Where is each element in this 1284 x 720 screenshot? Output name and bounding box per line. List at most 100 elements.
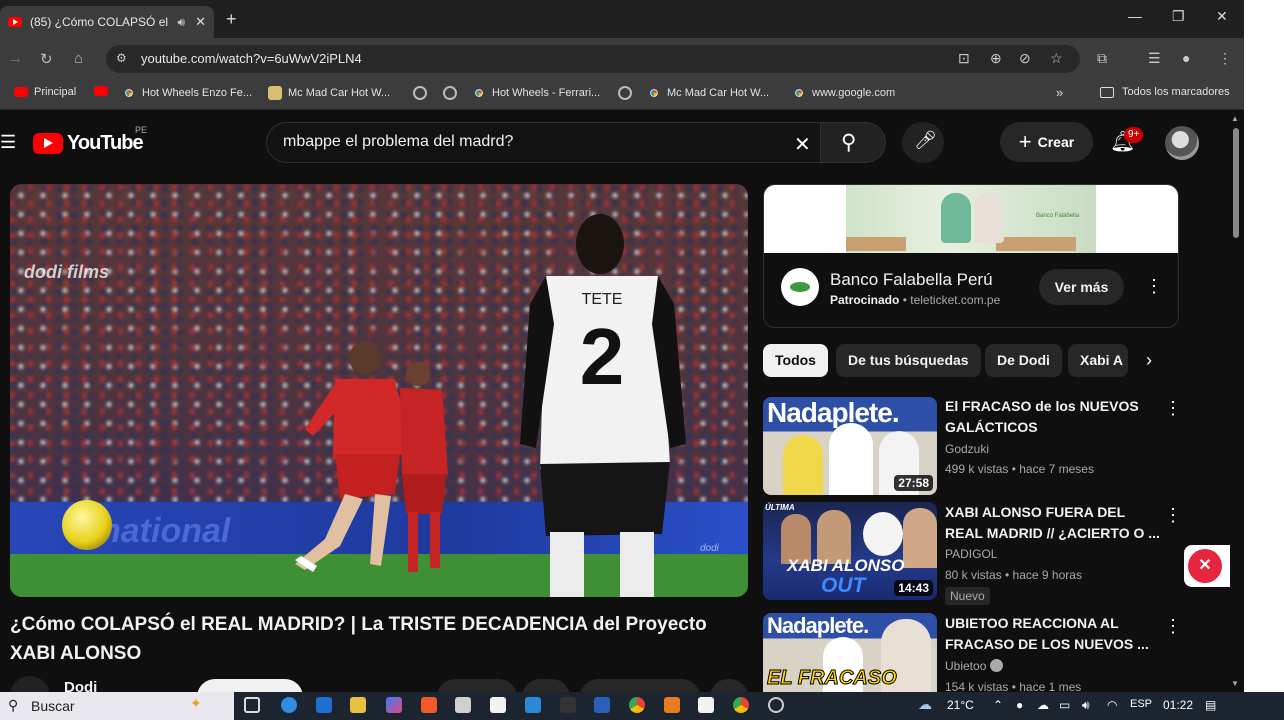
rec-channel[interactable]: Godzuki <box>945 442 989 456</box>
rec-more-icon[interactable]: ⋮ <box>1164 505 1182 526</box>
bookmark-item[interactable] <box>413 86 433 100</box>
install-app-icon[interactable]: ⊡ <box>958 50 970 67</box>
mail-icon[interactable] <box>316 697 332 713</box>
bookmark-star-icon[interactable]: ☆ <box>1050 50 1063 67</box>
chip-all[interactable]: Todos <box>763 344 828 377</box>
microphone-icon[interactable]: 🎤︎ <box>914 130 937 151</box>
notepad-icon[interactable] <box>490 697 506 713</box>
edge-icon[interactable] <box>281 697 297 713</box>
microphone-tray-icon[interactable]: ● <box>1016 698 1023 712</box>
bookmark-item[interactable] <box>618 86 638 100</box>
url-text[interactable]: youtube.com/watch?v=6uWwV2iPLN4 <box>141 51 362 66</box>
zoom-icon[interactable]: ⊕ <box>990 50 1002 67</box>
reading-list-icon[interactable]: ☰ <box>1148 50 1161 67</box>
rec-title[interactable]: UBIETOO REACCIONA AL FRACASO DE LOS NUEV… <box>945 613 1160 655</box>
volume-icon[interactable]: 🔊︎ <box>1082 698 1090 713</box>
weather-cloud-icon[interactable]: ☁ <box>918 696 932 713</box>
ad-more-icon[interactable]: ⋮ <box>1145 276 1163 297</box>
create-button[interactable]: + Crear <box>1000 122 1093 162</box>
minimize-window-icon[interactable]: — <box>1128 8 1142 24</box>
rec-more-icon[interactable]: ⋮ <box>1164 398 1182 419</box>
search-icon[interactable]: ⚲ <box>841 130 856 155</box>
bookmark-item[interactable] <box>443 86 463 100</box>
video-player[interactable]: national TETE 2 <box>10 184 748 597</box>
rec-more-icon[interactable]: ⋮ <box>1164 616 1182 637</box>
copilot-icon[interactable] <box>386 697 402 713</box>
sublime-icon[interactable] <box>664 697 680 713</box>
all-bookmarks[interactable]: Todos los marcadores <box>1100 86 1230 98</box>
advertiser-logo[interactable] <box>781 268 819 306</box>
google-icon <box>647 86 661 100</box>
rec-title[interactable]: XABI ALONSO FUERA DEL REAL MADRID // ¿AC… <box>945 502 1160 544</box>
advertiser-name[interactable]: Banco Falabella Perú <box>830 270 993 290</box>
rec-title[interactable]: El FRACASO de los NUEVOS GALÁCTICOS <box>945 396 1160 438</box>
youtube-logo[interactable]: YouTube <box>33 132 144 155</box>
ad-cta-button[interactable]: Ver más <box>1039 269 1124 305</box>
ad-banner[interactable]: Banco Falabella <box>764 185 1178 253</box>
profile-icon[interactable]: ● <box>1182 50 1190 66</box>
reload-icon[interactable]: ↻ <box>40 50 53 68</box>
store-icon[interactable] <box>455 697 471 713</box>
brave-icon[interactable] <box>421 697 437 713</box>
chevron-right-icon[interactable]: › <box>1146 350 1152 371</box>
notepad-icon-2[interactable] <box>698 697 714 713</box>
task-view-icon[interactable] <box>244 697 260 713</box>
language-indicator[interactable]: ESP <box>1130 698 1152 710</box>
close-window-icon[interactable]: ✕ <box>1216 8 1228 25</box>
file-explorer-icon[interactable] <box>350 697 366 713</box>
rec-channel[interactable]: Ubietoo <box>945 659 1004 673</box>
close-tab-icon[interactable]: ✕ <box>195 14 206 30</box>
rec-thumbnail[interactable]: Nadaplete. EL FRACASO <box>763 613 937 692</box>
new-badge: Nuevo <box>945 587 990 605</box>
notifications-icon[interactable]: ▤ <box>1205 698 1216 712</box>
scrollbar-thumb[interactable] <box>1233 128 1239 238</box>
bookmark-item[interactable]: Hot Wheels - Ferrari... <box>472 86 600 100</box>
chip-xabi[interactable]: Xabi A <box>1068 344 1128 377</box>
search-query[interactable]: mbappe el problema del madrd? <box>283 133 513 151</box>
duration-badge: 14:43 <box>894 580 933 596</box>
guide-menu-icon[interactable]: ☰ <box>0 132 16 153</box>
floating-extension-widget[interactable]: ✕ <box>1184 545 1230 587</box>
forward-icon[interactable]: → <box>8 50 23 67</box>
rec-thumbnail[interactable]: ÚLTIMA XABI ALONSO OUT 14:43 <box>763 502 937 600</box>
account-avatar[interactable] <box>1165 126 1199 160</box>
new-tab-icon[interactable]: + <box>226 9 237 30</box>
youtube-icon <box>14 87 28 97</box>
bookmark-item[interactable]: Mc Mad Car Hot W... <box>268 86 390 100</box>
browser-tab-active[interactable]: (85) ¿Cómo COLAPSÓ el RE 🔊︎ ✕ <box>0 6 214 38</box>
rec-channel[interactable]: PADIGOL <box>945 547 997 561</box>
obs-icon[interactable] <box>768 697 784 713</box>
extensions-icon[interactable]: ⧉ <box>1097 50 1107 67</box>
chip-from-searches[interactable]: De tus búsquedas <box>836 344 981 377</box>
bookmark-item[interactable]: Hot Wheels Enzo Fe... <box>122 86 252 100</box>
chrome-icon[interactable] <box>629 697 645 713</box>
browser-menu-icon[interactable]: ⋮ <box>1218 50 1232 67</box>
rec-thumbnail[interactable]: Nadaplete. 27:58 <box>763 397 937 495</box>
speaker-icon[interactable]: 🔊︎ <box>178 15 186 30</box>
word-icon[interactable] <box>594 697 610 713</box>
onedrive-icon[interactable]: ☁ <box>1037 698 1049 712</box>
site-info-icon[interactable]: ⚙ <box>116 51 127 65</box>
chip-from-channel[interactable]: De Dodi <box>985 344 1062 377</box>
more-bookmarks-icon[interactable]: » <box>1056 85 1063 100</box>
bookmark-item[interactable] <box>94 86 114 96</box>
chrome-icon-2[interactable] <box>733 697 749 713</box>
scroll-up-icon[interactable]: ▲ <box>1231 114 1239 123</box>
app-icon[interactable] <box>560 697 576 713</box>
show-hidden-icons-icon[interactable]: ⌃ <box>993 698 1003 712</box>
clear-search-icon[interactable]: ✕ <box>794 132 811 157</box>
restore-window-icon[interactable]: ❐ <box>1172 8 1185 25</box>
taskbar-search-placeholder[interactable]: Buscar <box>31 698 75 714</box>
video-title: ¿Cómo COLAPSÓ el REAL MADRID? | La TRIST… <box>10 614 707 664</box>
eye-hidden-icon[interactable]: ⊘ <box>1019 50 1031 67</box>
home-icon[interactable]: ⌂ <box>74 50 83 67</box>
bookmark-item[interactable]: Mc Mad Car Hot W... <box>647 86 769 100</box>
battery-icon[interactable]: ▭ <box>1059 698 1070 712</box>
wifi-icon[interactable]: ◠ <box>1107 698 1117 712</box>
scroll-down-icon[interactable]: ▼ <box>1231 679 1239 688</box>
bookmark-item[interactable]: www.google.com <box>792 86 895 100</box>
clock[interactable]: 01:22 <box>1163 698 1193 712</box>
temperature[interactable]: 21°C <box>947 698 974 712</box>
vscode-icon[interactable] <box>525 697 541 713</box>
bookmark-item[interactable]: Principal <box>14 86 76 98</box>
